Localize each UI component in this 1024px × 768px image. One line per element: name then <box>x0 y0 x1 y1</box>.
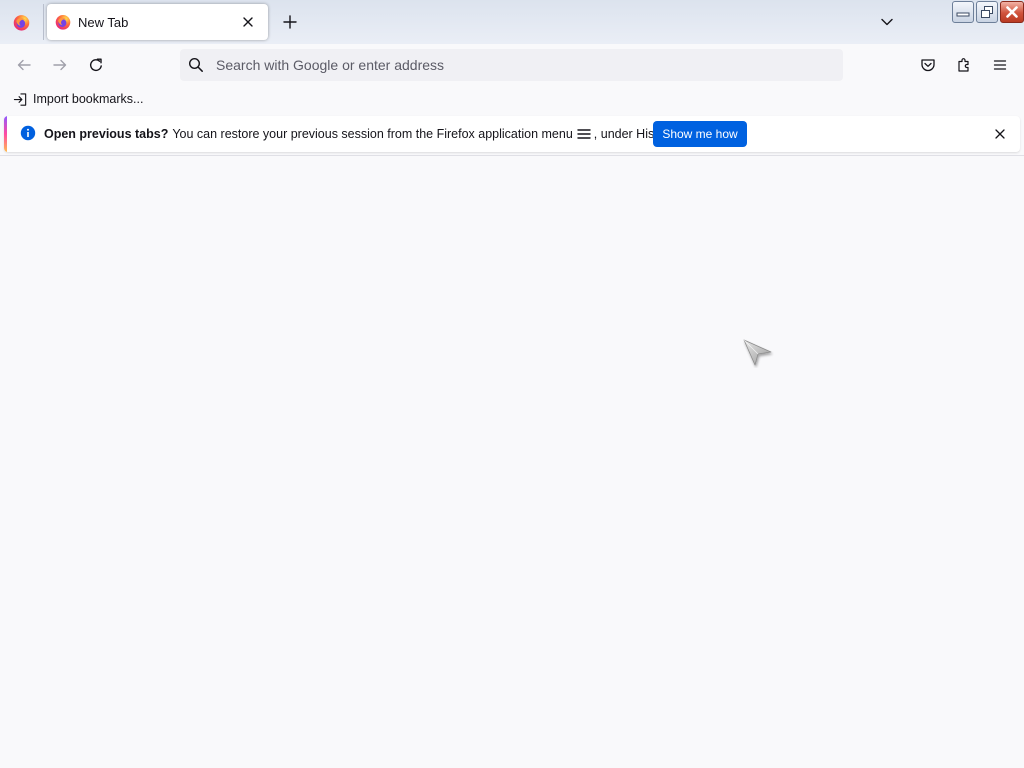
close-icon <box>243 17 253 27</box>
session-restore-notification: Open previous tabs? You can restore your… <box>4 116 1020 152</box>
forward-button[interactable] <box>45 50 75 80</box>
close-window-button[interactable] <box>1000 1 1024 23</box>
notification-accent-bar <box>4 116 7 152</box>
search-icon <box>188 57 203 72</box>
list-all-tabs-button[interactable] <box>873 8 901 36</box>
mouse-pointer-icon <box>743 339 772 366</box>
show-me-how-button[interactable]: Show me how <box>653 121 747 147</box>
back-icon <box>17 59 31 71</box>
tab-title: New Tab <box>78 14 129 30</box>
extensions-icon <box>958 58 969 72</box>
application-menu-button[interactable] <box>985 50 1015 80</box>
url-input[interactable] <box>214 56 814 74</box>
minimize-icon <box>956 12 970 17</box>
save-to-pocket-button[interactable] <box>913 50 943 80</box>
close-tab-button[interactable] <box>236 10 260 34</box>
tab-new-tab[interactable]: New Tab <box>47 4 268 40</box>
menu-icon <box>993 60 1007 70</box>
import-bookmarks-label: Import bookmarks... <box>33 92 144 106</box>
restore-button[interactable] <box>976 1 998 23</box>
chevron-down-icon <box>881 18 893 26</box>
new-tab-page[interactable] <box>0 156 1024 768</box>
notification-title: Open previous tabs? <box>44 127 169 141</box>
close-notification-button[interactable] <box>990 124 1010 144</box>
minimize-button[interactable] <box>952 1 974 23</box>
window-controls <box>952 1 1024 23</box>
info-icon <box>20 125 36 141</box>
import-bookmarks-button[interactable]: Import bookmarks... <box>10 89 146 109</box>
firefox-view-button[interactable] <box>0 0 42 44</box>
extensions-button[interactable] <box>949 50 979 80</box>
new-tab-button[interactable] <box>276 8 304 36</box>
tab-strip: New Tab <box>0 0 1024 44</box>
import-icon <box>13 92 27 106</box>
tab-separator <box>43 4 44 40</box>
notification-message-before: You can restore your previous session fr… <box>172 127 573 141</box>
reload-icon <box>90 58 102 72</box>
restore-icon <box>981 6 993 18</box>
bookmarks-toolbar: Import bookmarks... <box>0 86 1024 112</box>
pocket-icon <box>921 59 935 72</box>
plus-icon <box>283 15 297 29</box>
reload-button[interactable] <box>81 50 111 80</box>
close-icon <box>995 129 1005 139</box>
firefox-logo-icon <box>55 15 71 30</box>
menu-icon <box>577 128 591 140</box>
notification-message: Open previous tabs? You can restore your… <box>44 116 678 152</box>
forward-icon <box>53 59 67 71</box>
address-bar[interactable] <box>180 49 843 81</box>
firefox-logo-icon <box>13 14 29 31</box>
back-button[interactable] <box>9 50 39 80</box>
close-icon <box>1006 6 1018 18</box>
